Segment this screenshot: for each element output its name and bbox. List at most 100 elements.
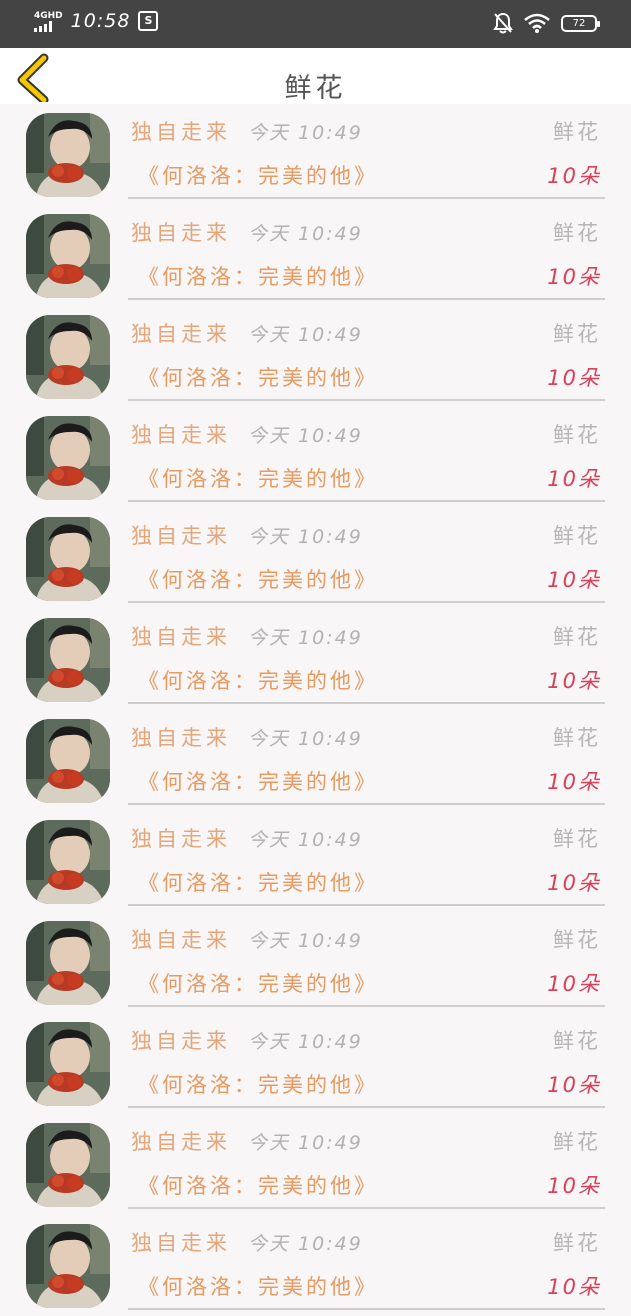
book-title[interactable]: 《何洛洛：完美的他》: [138, 160, 378, 190]
avatar[interactable]: [26, 1022, 110, 1106]
gift-count: 10朵: [547, 164, 601, 188]
gift-count: 10朵: [547, 568, 601, 592]
row-content: 独自走来 今天 10:49 鲜花 《何洛洛：完美的他》 10朵: [128, 811, 605, 906]
wifi-icon: [524, 13, 550, 33]
avatar[interactable]: [26, 214, 110, 298]
avatar[interactable]: [26, 517, 110, 601]
gift-type: 鲜花: [553, 726, 601, 750]
row-content: 独自走来 今天 10:49 鲜花 《何洛洛：完美的他》 10朵: [128, 710, 605, 805]
book-title[interactable]: 《何洛洛：完美的他》: [138, 1170, 378, 1200]
sender-name[interactable]: 独自走来: [131, 722, 231, 752]
row-content: 独自走来 今天 10:49 鲜花 《何洛洛：完美的他》 10朵: [128, 1114, 605, 1209]
status-time: 10:58: [70, 10, 131, 32]
gift-time: 今天 10:49: [248, 1233, 363, 1255]
signal-bars: [34, 20, 52, 32]
avatar-image: [26, 416, 110, 500]
sender-name[interactable]: 独自走来: [131, 1126, 231, 1156]
battery-icon: 72: [561, 14, 600, 32]
list-item[interactable]: 独自走来 今天 10:49 鲜花 《何洛洛：完美的他》 10朵: [0, 1114, 631, 1215]
sender-name[interactable]: 独自走来: [131, 318, 231, 348]
list-item[interactable]: 独自走来 今天 10:49 鲜花 《何洛洛：完美的他》 10朵: [0, 104, 631, 205]
sender-name[interactable]: 独自走来: [131, 1025, 231, 1055]
avatar-image: [26, 315, 110, 399]
list-item[interactable]: 独自走来 今天 10:49 鲜花 《何洛洛：完美的他》 10朵: [0, 710, 631, 811]
gift-count: 10朵: [547, 669, 601, 693]
sender-name[interactable]: 独自走来: [131, 823, 231, 853]
avatar-image: [26, 113, 110, 197]
list-item[interactable]: 独自走来 今天 10:49 鲜花 《何洛洛：完美的他》 10朵: [0, 306, 631, 407]
gift-count: 10朵: [547, 770, 601, 794]
gift-type: 鲜花: [553, 524, 601, 548]
gift-time: 今天 10:49: [248, 526, 363, 548]
avatar[interactable]: [26, 416, 110, 500]
sender-name[interactable]: 独自走来: [131, 1227, 231, 1257]
avatar[interactable]: [26, 1224, 110, 1308]
gift-type: 鲜花: [553, 120, 601, 144]
avatar-image: [26, 1022, 110, 1106]
gift-type: 鲜花: [553, 322, 601, 346]
list-item[interactable]: 独自走来 今天 10:49 鲜花 《何洛洛：完美的他》 10朵: [0, 407, 631, 508]
battery-level: 72: [572, 17, 586, 29]
avatar-image: [26, 1123, 110, 1207]
sender-name[interactable]: 独自走来: [131, 621, 231, 651]
book-title[interactable]: 《何洛洛：完美的他》: [138, 362, 378, 392]
list-item[interactable]: 独自走来 今天 10:49 鲜花 《何洛洛：完美的他》 10朵: [0, 609, 631, 710]
list-item[interactable]: 独自走来 今天 10:49 鲜花 《何洛洛：完美的他》 10朵: [0, 811, 631, 912]
avatar[interactable]: [26, 618, 110, 702]
avatar[interactable]: [26, 1123, 110, 1207]
row-content: 独自走来 今天 10:49 鲜花 《何洛洛：完美的他》 10朵: [128, 205, 605, 300]
list-item[interactable]: 独自走来 今天 10:49 鲜花 《何洛洛：完美的他》 10朵: [0, 912, 631, 1013]
avatar[interactable]: [26, 719, 110, 803]
gift-count: 10朵: [547, 467, 601, 491]
status-right: 72: [493, 12, 600, 34]
list-item[interactable]: 独自走来 今天 10:49 鲜花 《何洛洛：完美的他》 10朵: [0, 1013, 631, 1114]
book-title[interactable]: 《何洛洛：完美的他》: [138, 261, 378, 291]
network-type: 4GHD: [34, 10, 63, 21]
gift-type: 鲜花: [553, 1029, 601, 1053]
book-title[interactable]: 《何洛洛：完美的他》: [138, 867, 378, 897]
row-content: 独自走来 今天 10:49 鲜花 《何洛洛：完美的他》 10朵: [128, 609, 605, 704]
gift-type: 鲜花: [553, 928, 601, 952]
avatar[interactable]: [26, 113, 110, 197]
book-title[interactable]: 《何洛洛：完美的他》: [138, 463, 378, 493]
status-left: 4GHD 10:58 S: [34, 10, 159, 32]
gift-time: 今天 10:49: [248, 425, 363, 447]
book-title[interactable]: 《何洛洛：完美的他》: [138, 968, 378, 998]
gift-type: 鲜花: [553, 827, 601, 851]
list-item[interactable]: 独自走来 今天 10:49 鲜花 《何洛洛：完美的他》 10朵: [0, 508, 631, 609]
avatar-image: [26, 214, 110, 298]
row-content: 独自走来 今天 10:49 鲜花 《何洛洛：完美的他》 10朵: [128, 1215, 605, 1310]
signal-icon: 4GHD: [34, 11, 63, 32]
row-content: 独自走来 今天 10:49 鲜花 《何洛洛：完美的他》 10朵: [128, 508, 605, 603]
gift-count: 10朵: [547, 1275, 601, 1299]
book-title[interactable]: 《何洛洛：完美的他》: [138, 1069, 378, 1099]
row-content: 独自走来 今天 10:49 鲜花 《何洛洛：完美的他》 10朵: [128, 306, 605, 401]
sender-name[interactable]: 独自走来: [131, 217, 231, 247]
page-title: 鲜花: [284, 73, 347, 104]
book-title[interactable]: 《何洛洛：完美的他》: [138, 766, 378, 796]
avatar[interactable]: [26, 315, 110, 399]
gift-time: 今天 10:49: [248, 930, 363, 952]
avatar[interactable]: [26, 921, 110, 1005]
row-content: 独自走来 今天 10:49 鲜花 《何洛洛：完美的他》 10朵: [128, 1013, 605, 1108]
gift-time: 今天 10:49: [248, 1031, 363, 1053]
avatar-image: [26, 517, 110, 601]
avatar-image: [26, 921, 110, 1005]
book-title[interactable]: 《何洛洛：完美的他》: [138, 564, 378, 594]
list-item[interactable]: 独自走来 今天 10:49 鲜花 《何洛洛：完美的他》 10朵: [0, 1215, 631, 1316]
book-title[interactable]: 《何洛洛：完美的他》: [138, 665, 378, 695]
gift-type: 鲜花: [553, 221, 601, 245]
bell-off-icon: [493, 12, 513, 34]
avatar[interactable]: [26, 820, 110, 904]
list-item[interactable]: 独自走来 今天 10:49 鲜花 《何洛洛：完美的他》 10朵: [0, 205, 631, 306]
book-title[interactable]: 《何洛洛：完美的他》: [138, 1271, 378, 1301]
avatar-image: [26, 820, 110, 904]
sender-name[interactable]: 独自走来: [131, 520, 231, 550]
gift-count: 10朵: [547, 1174, 601, 1198]
gift-count: 10朵: [547, 1073, 601, 1097]
sender-name[interactable]: 独自走来: [131, 116, 231, 146]
sender-name[interactable]: 独自走来: [131, 924, 231, 954]
gift-time: 今天 10:49: [248, 122, 363, 144]
sender-name[interactable]: 独自走来: [131, 419, 231, 449]
gift-count: 10朵: [547, 366, 601, 390]
